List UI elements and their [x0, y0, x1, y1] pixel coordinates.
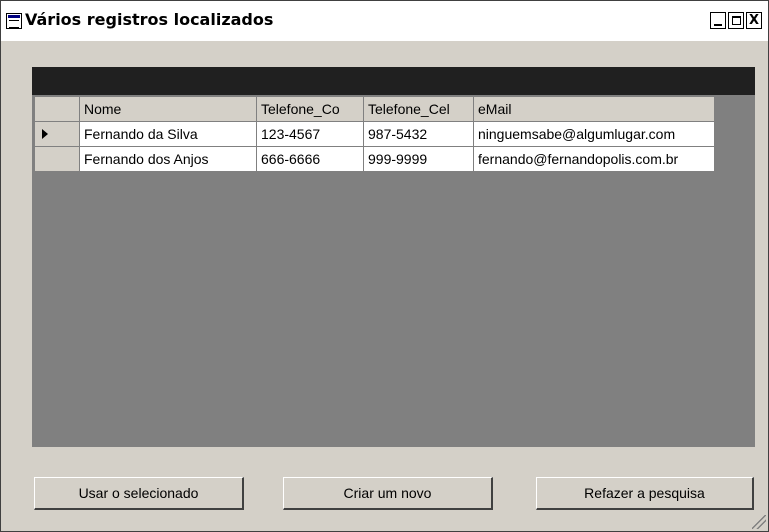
- data-grid[interactable]: Nome Telefone_Co Telefone_Cel eMail Fern…: [32, 67, 755, 447]
- cell-telefone-co[interactable]: 666-6666: [256, 146, 364, 172]
- use-selected-button[interactable]: Usar o selecionado: [34, 477, 244, 510]
- cell-nome[interactable]: Fernando da Silva: [79, 121, 257, 147]
- minimize-button[interactable]: [710, 12, 726, 29]
- table-row[interactable]: Fernando da Silva 123-4567 987-5432 ning…: [34, 121, 715, 147]
- row-header[interactable]: [34, 121, 80, 147]
- row-header[interactable]: [34, 146, 80, 172]
- records-table[interactable]: Nome Telefone_Co Telefone_Cel eMail Fern…: [34, 96, 715, 172]
- minimize-icon: [714, 23, 722, 26]
- main-window: Vários registros localizados X Nome Tele…: [0, 0, 769, 532]
- app-icon[interactable]: [6, 13, 22, 29]
- cell-telefone-co[interactable]: 123-4567: [256, 121, 364, 147]
- column-header-telefone-cel[interactable]: Telefone_Cel: [363, 96, 474, 122]
- cell-email[interactable]: ninguemsabe@algumlugar.com: [473, 121, 715, 147]
- current-row-arrow-icon: [42, 129, 48, 139]
- header-row: Nome Telefone_Co Telefone_Cel eMail: [34, 96, 715, 122]
- window-title: Vários registros localizados: [25, 10, 274, 29]
- column-header-email[interactable]: eMail: [473, 96, 715, 122]
- table-row[interactable]: Fernando dos Anjos 666-6666 999-9999 fer…: [34, 146, 715, 172]
- column-header-nome[interactable]: Nome: [79, 96, 257, 122]
- cell-email[interactable]: fernando@fernandopolis.com.br: [473, 146, 715, 172]
- window-controls: X: [710, 12, 762, 29]
- maximize-icon: [731, 16, 741, 25]
- cell-telefone-cel[interactable]: 999-9999: [363, 146, 474, 172]
- cell-nome[interactable]: Fernando dos Anjos: [79, 146, 257, 172]
- redo-search-button[interactable]: Refazer a pesquisa: [536, 477, 754, 510]
- title-bar[interactable]: Vários registros localizados X: [1, 1, 768, 41]
- cell-telefone-cel[interactable]: 987-5432: [363, 121, 474, 147]
- column-header-telefone-co[interactable]: Telefone_Co: [256, 96, 364, 122]
- close-icon: X: [748, 13, 760, 28]
- maximize-button[interactable]: [728, 12, 744, 29]
- create-new-button[interactable]: Criar um novo: [283, 477, 493, 510]
- grid-caption-bar: [32, 67, 755, 95]
- close-button[interactable]: X: [746, 12, 762, 29]
- resize-grip-icon[interactable]: [752, 515, 766, 529]
- corner-header[interactable]: [34, 96, 80, 122]
